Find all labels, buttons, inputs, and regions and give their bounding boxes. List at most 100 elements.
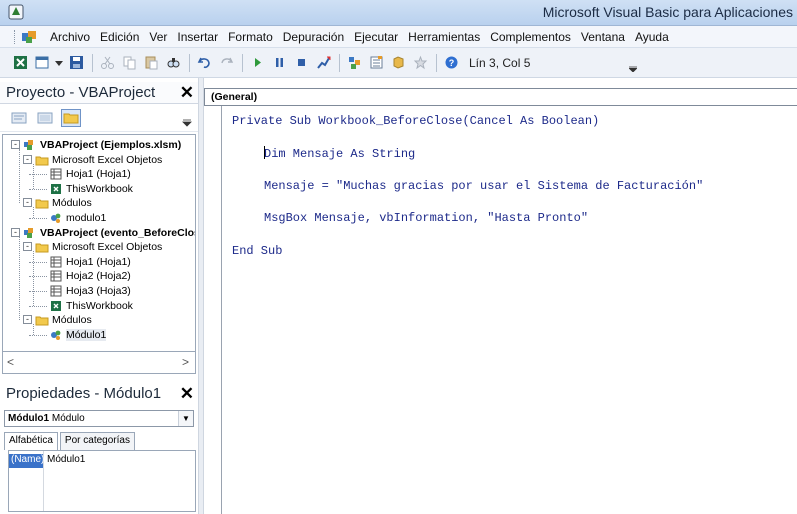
excel-vba-app-icon — [8, 4, 24, 20]
view-code-icon[interactable] — [10, 110, 28, 126]
toggle-folders-icon[interactable] — [61, 108, 81, 127]
menu-edicion[interactable]: Edición — [95, 30, 144, 44]
menu-insertar[interactable]: Insertar — [172, 30, 223, 44]
properties-object-select[interactable]: Módulo1 Módulo ▼ — [4, 410, 194, 427]
design-mode-icon[interactable] — [313, 53, 333, 73]
menu-archivo[interactable]: Archivo — [45, 30, 95, 44]
dropdown-arrow-icon[interactable] — [54, 53, 64, 73]
tree-node-label: Módulo1 — [66, 328, 107, 341]
vba-menu-icon[interactable] — [21, 29, 39, 45]
folder-icon — [35, 243, 49, 253]
menu-ayuda[interactable]: Ayuda — [630, 30, 674, 44]
save-icon[interactable] — [66, 53, 86, 73]
close-icon[interactable]: ✕ — [180, 83, 194, 103]
code-editor[interactable]: Private Sub Workbook_BeforeClose(Cancel … — [222, 106, 797, 514]
tree-node[interactable]: Hoja1 (Hoja1) — [49, 166, 131, 182]
tree-node[interactable]: ThisWorkbook — [49, 298, 133, 314]
properties-grid: (Name) Módulo1 — [8, 450, 196, 512]
menu-formato[interactable]: Formato — [223, 30, 278, 44]
tree-node[interactable]: Hoja1 (Hoja1) — [49, 254, 131, 270]
tree-node[interactable]: Módulo1 — [49, 327, 107, 343]
redo-icon[interactable] — [216, 53, 236, 73]
code-token: Mensaje = "Muchas gracias por usar el Si… — [264, 179, 704, 193]
tab-por-categorias[interactable]: Por categorías — [59, 432, 135, 450]
code-line[interactable]: Private Sub Workbook_BeforeClose(Cancel … — [232, 114, 599, 128]
insert-module-icon[interactable] — [32, 53, 52, 73]
tree-node[interactable]: Hoja3 (Hoja3) — [49, 283, 131, 299]
toolbar-separator — [189, 53, 190, 72]
property-row[interactable]: (Name) Módulo1 — [9, 454, 195, 468]
properties-object-name: Módulo1 — [8, 413, 50, 424]
scroll-right-icon[interactable]: > — [182, 355, 189, 369]
tree-node-label: Microsoft Excel Objetos — [52, 153, 163, 166]
scroll-left-icon[interactable]: < — [7, 355, 14, 369]
break-icon[interactable] — [269, 53, 289, 73]
tree-node[interactable]: Hoja2 (Hoja2) — [49, 268, 131, 284]
collapse-toggle[interactable]: - — [23, 154, 32, 164]
tree-node[interactable]: Microsoft Excel Objetos — [35, 239, 162, 255]
object-combo[interactable]: (General) — [204, 88, 797, 106]
tree-node[interactable]: VBAProject (Ejemplos.xlsm) — [23, 137, 181, 153]
title-bar: Microsoft Visual Basic para Aplicaciones — [0, 0, 797, 26]
chevron-down-icon[interactable] — [182, 108, 192, 128]
properties-title: Propiedades - Módulo1 — [6, 385, 162, 402]
menu-ejecutar[interactable]: Ejecutar — [349, 30, 403, 44]
toolbox-icon[interactable] — [410, 53, 430, 73]
excel-icon[interactable] — [10, 53, 30, 73]
menu-complementos[interactable]: Complementos — [485, 30, 576, 44]
code-line[interactable]: End Sub — [232, 244, 282, 258]
menu-herramientas[interactable]: Herramientas — [403, 30, 485, 44]
tree-node[interactable]: ThisWorkbook — [49, 181, 133, 197]
workbook-icon — [51, 300, 61, 311]
module-icon — [51, 213, 61, 223]
copy-icon[interactable] — [119, 53, 139, 73]
code-line[interactable]: MsgBox Mensaje, vbInformation, "Hasta Pr… — [264, 211, 588, 225]
folder-icon — [35, 316, 49, 326]
collapse-toggle[interactable]: - — [23, 315, 32, 325]
paste-icon[interactable] — [141, 53, 161, 73]
menu-ver[interactable]: Ver — [144, 30, 172, 44]
close-icon[interactable]: ✕ — [180, 384, 194, 404]
tree-node-label: Módulos — [52, 314, 92, 327]
view-object-icon[interactable] — [36, 110, 54, 126]
cut-icon[interactable] — [97, 53, 117, 73]
tree-node[interactable]: modulo1 — [49, 210, 106, 226]
folder-icon — [35, 156, 49, 166]
menu-bar: Archivo Edición Ver Insertar Formato Dep… — [0, 26, 797, 48]
code-margin-indicator-bar[interactable] — [204, 106, 222, 514]
toolbar-overflow-button[interactable] — [628, 54, 638, 72]
code-line[interactable]: Dim Mensaje As String — [264, 146, 415, 161]
code-line[interactable]: Mensaje = "Muchas gracias por usar el Si… — [264, 179, 703, 193]
properties-icon[interactable] — [366, 53, 386, 73]
menu-depuracion[interactable]: Depuración — [278, 30, 349, 44]
toolbar-separator — [242, 53, 243, 72]
undo-icon[interactable] — [194, 53, 214, 73]
tree-connector — [29, 218, 47, 219]
project-tree-hscrollbar[interactable]: < > — [2, 352, 196, 374]
tree-node[interactable]: Módulos — [35, 312, 92, 328]
tab-alfabetica[interactable]: Alfabética — [4, 432, 58, 450]
run-icon[interactable] — [247, 53, 267, 73]
tree-node[interactable]: VBAProject (evento_BeforeClose.xlsm) — [23, 225, 195, 241]
tree-node-label: Módulos — [52, 197, 92, 210]
module-icon — [51, 330, 61, 340]
object-browser-icon[interactable] — [388, 53, 408, 73]
project-explorer-icon[interactable] — [344, 53, 364, 73]
property-value[interactable]: Módulo1 — [43, 454, 85, 468]
menu-ventana[interactable]: Ventana — [576, 30, 630, 44]
vba-project-icon — [24, 140, 33, 150]
tree-connector — [29, 291, 47, 292]
collapse-toggle[interactable]: - — [11, 140, 20, 149]
help-icon[interactable]: ? — [441, 53, 461, 73]
collapse-toggle[interactable]: - — [11, 227, 20, 237]
collapse-toggle[interactable]: - — [23, 242, 32, 252]
find-icon[interactable] — [163, 53, 183, 73]
tree-node[interactable]: Módulos — [35, 195, 92, 211]
tree-node-label: Hoja2 (Hoja2) — [66, 270, 131, 283]
tree-node[interactable]: Microsoft Excel Objetos — [35, 152, 162, 168]
collapse-toggle[interactable]: - — [23, 198, 32, 208]
tree-connector — [29, 276, 47, 278]
chevron-down-icon[interactable]: ▼ — [178, 411, 193, 426]
menu-grip[interactable] — [14, 29, 17, 44]
reset-icon[interactable] — [291, 53, 311, 73]
